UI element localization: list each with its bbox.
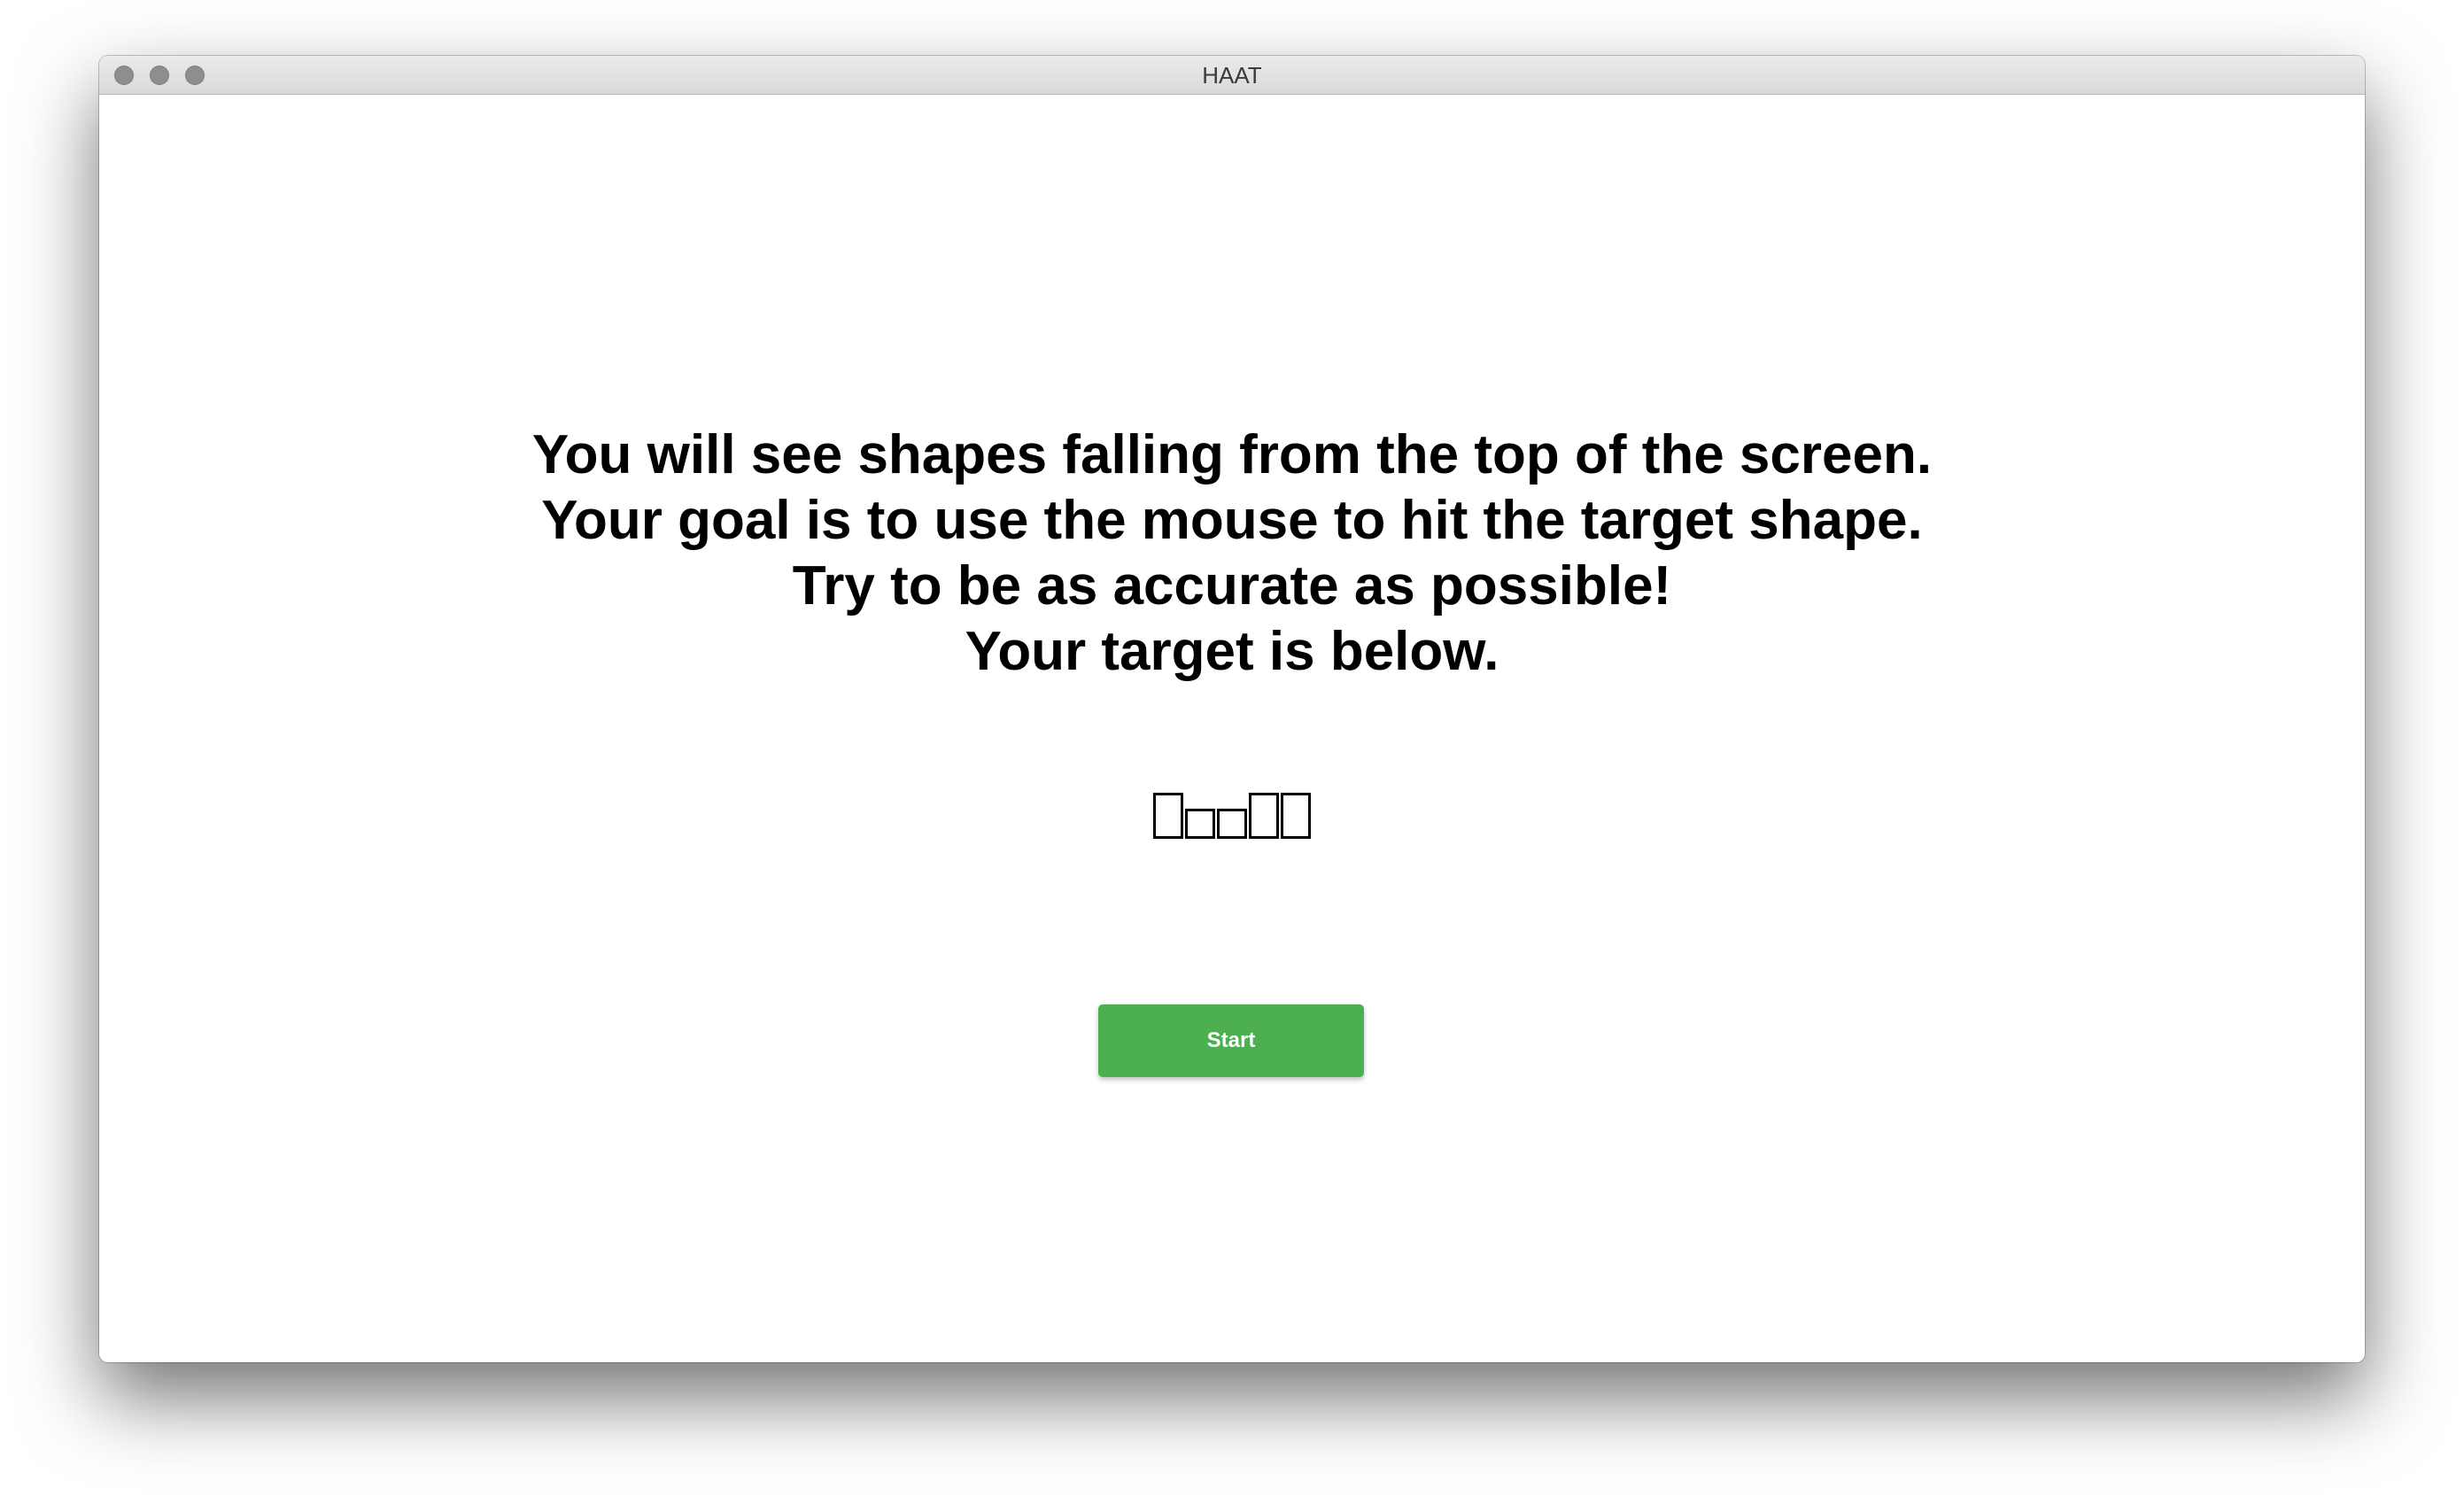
- instruction-line-2: Your goal is to use the mouse to hit the…: [541, 490, 1923, 551]
- instructions-text: You will see shapes falling from the top…: [99, 423, 2365, 685]
- instruction-line-1: You will see shapes falling from the top…: [531, 424, 1933, 485]
- instruction-line-4: Your target is below.: [965, 621, 1499, 682]
- start-button[interactable]: Start: [1098, 1004, 1364, 1077]
- target-glyph-box: [1249, 793, 1279, 839]
- target-glyph-box: [1185, 809, 1215, 839]
- target-shape: [99, 786, 2365, 839]
- title-bar[interactable]: HAAT: [99, 56, 2365, 95]
- app-window: HAAT You will see shapes falling from th…: [99, 56, 2365, 1362]
- window-title: HAAT: [1202, 62, 1262, 89]
- target-glyph-box: [1281, 793, 1311, 839]
- target-glyph-box: [1153, 793, 1183, 839]
- main-content: You will see shapes falling from the top…: [99, 95, 2365, 1362]
- instruction-line-3: Try to be as accurate as possible!: [792, 555, 1672, 616]
- desktop: HAAT You will see shapes falling from th…: [0, 0, 2464, 1504]
- target-glyph-box: [1217, 809, 1247, 839]
